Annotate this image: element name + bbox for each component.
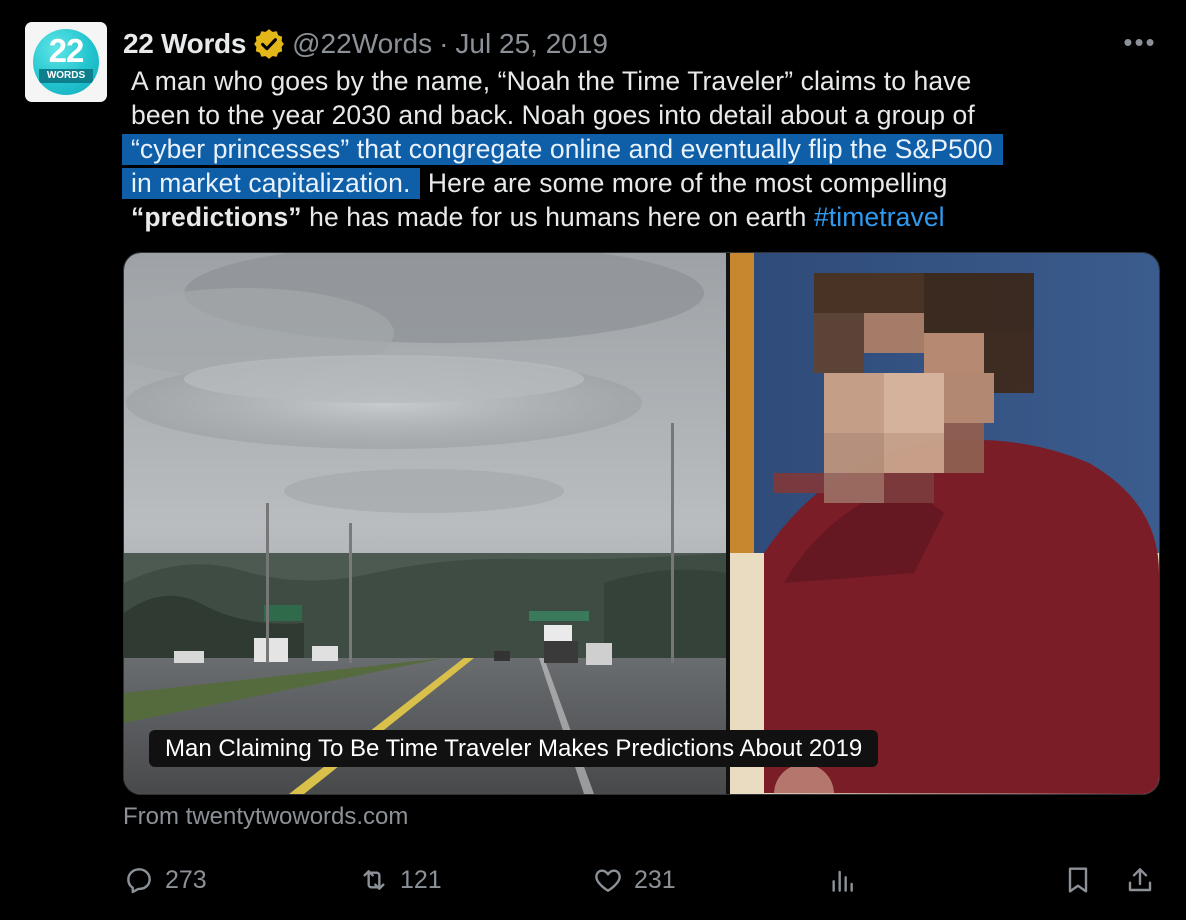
media-illustration (124, 253, 1159, 794)
reply-button[interactable]: 273 (123, 858, 207, 902)
tweet-line-text: he has made for us humans here on earth (301, 202, 814, 232)
handle[interactable]: @22Words (292, 28, 432, 60)
share-icon (1128, 868, 1152, 892)
hashtag-link[interactable]: #timetravel (814, 202, 945, 232)
selected-text: “cyber princesses” that congregate onlin… (122, 134, 1003, 165)
tweet-text: A man who goes by the name, “Noah the Ti… (122, 64, 1162, 234)
display-name[interactable]: 22 Words (123, 28, 246, 60)
bookmark-icon (1068, 867, 1088, 893)
tweet-line: A man who goes by the name, “Noah the Ti… (122, 64, 1162, 98)
views-button[interactable] (827, 858, 869, 902)
avatar-logo-number: 22 (48, 32, 85, 69)
tweet-line-text: A man who goes by the name, “Noah the Ti… (131, 66, 972, 96)
card-caption: Man Claiming To Be Time Traveler Makes P… (149, 730, 879, 767)
selected-text: in market capitalization. (122, 168, 421, 199)
bold-text: “predictions” (131, 202, 302, 232)
bookmark-button[interactable] (1062, 858, 1104, 902)
tweet-line: in market capitalization. Here are some … (122, 166, 1162, 200)
tweet-line: “cyber princesses” that congregate onlin… (122, 132, 1162, 166)
like-button[interactable]: 231 (592, 858, 676, 902)
tweet-line: been to the year 2030 and back. Noah goe… (122, 98, 1162, 132)
repost-button[interactable]: 121 (358, 858, 442, 902)
reply-count: 273 (165, 865, 207, 894)
avatar[interactable]: 22 WORDS (25, 22, 107, 102)
avatar-logo-word: WORDS (39, 69, 93, 83)
link-card-image[interactable] (123, 252, 1160, 795)
tweet-line: “predictions” he has made for us humans … (122, 200, 1162, 234)
repost-icon (363, 870, 385, 890)
repost-count: 121 (400, 865, 442, 894)
tweet-line-text: Here are some more of the most compellin… (420, 168, 948, 198)
reply-icon (127, 868, 151, 894)
analytics-icon (832, 870, 853, 892)
tweet-line-text: been to the year 2030 and back. Noah goe… (131, 100, 975, 130)
share-button[interactable] (1124, 858, 1166, 902)
separator-dot: · (439, 28, 449, 59)
avatar-logo: 22 WORDS (33, 29, 99, 95)
tweet-header: 22 Words @22Words · Jul 25, 2019 (123, 27, 608, 61)
heart-icon (595, 869, 621, 892)
verified-badge-icon[interactable] (252, 27, 286, 61)
action-bar: 273 121 231 (0, 858, 1186, 902)
card-source-link[interactable]: From twentytwowords.com (123, 803, 408, 831)
more-options-icon[interactable]: ••• (1122, 29, 1158, 55)
like-count: 231 (634, 865, 676, 894)
post-date[interactable]: Jul 25, 2019 (455, 28, 608, 60)
